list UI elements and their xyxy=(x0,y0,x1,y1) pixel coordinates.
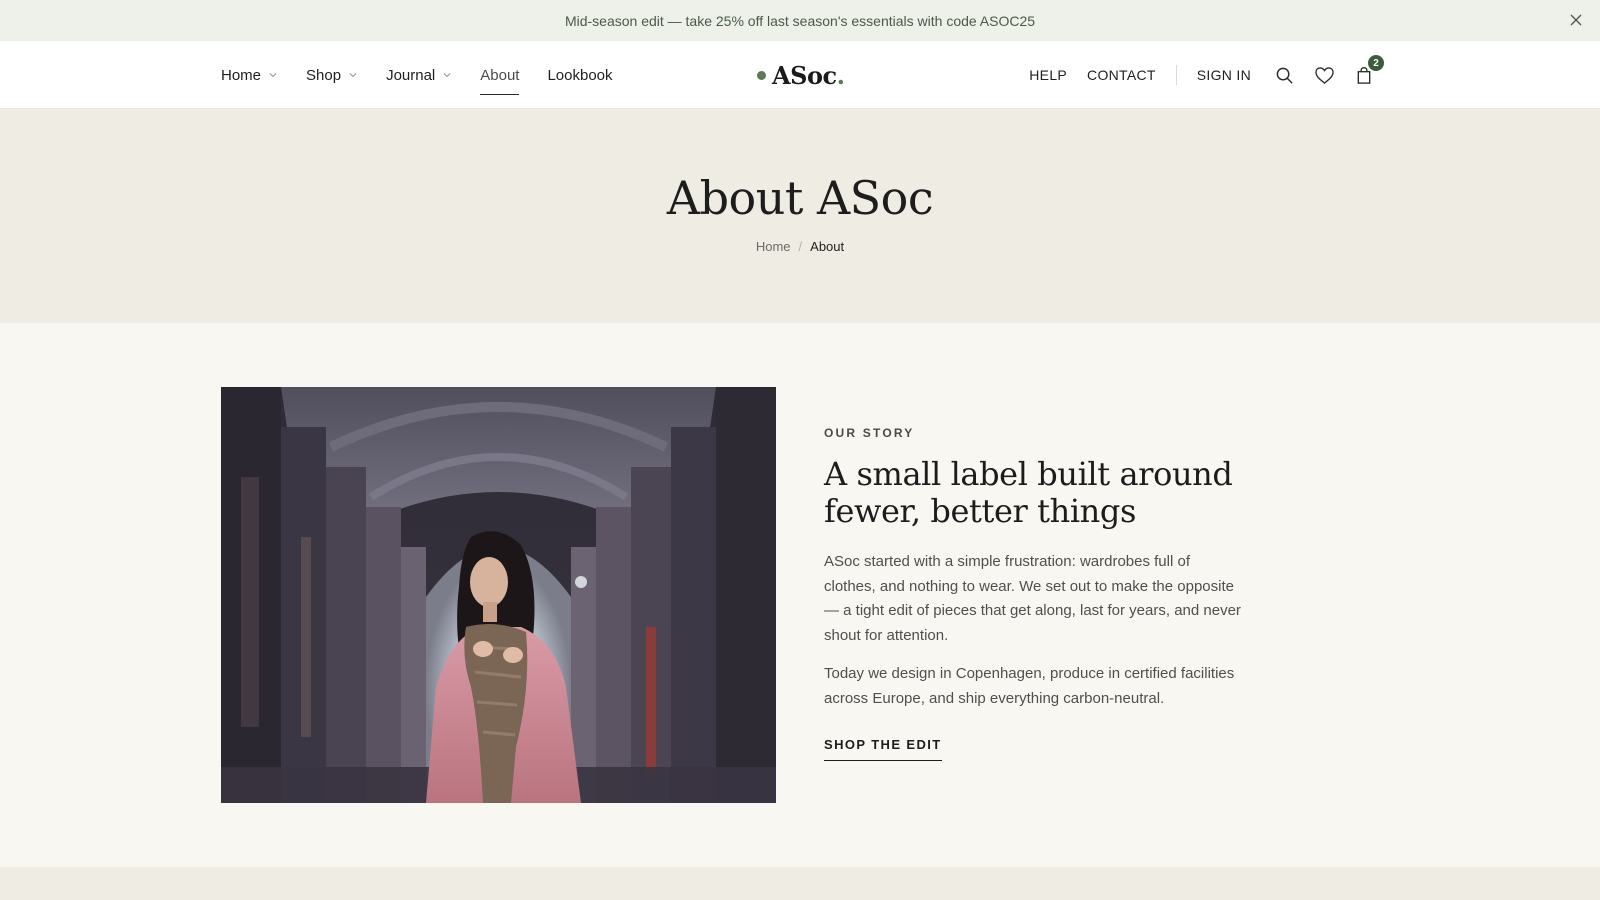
next-section-band xyxy=(0,867,1600,900)
sign-in-link[interactable]: SIGN IN xyxy=(1197,67,1251,83)
story-content: OUR STORY A small label built around few… xyxy=(824,426,1244,761)
close-icon[interactable] xyxy=(1568,12,1584,28)
main-nav: Home Shop Journal About Lookbook xyxy=(221,41,613,109)
search-icon[interactable] xyxy=(1273,64,1295,86)
brand-logo[interactable]: ASoc. xyxy=(757,41,845,109)
story-heading: A small label built around fewer, better… xyxy=(824,455,1233,530)
page-title: About ASoc xyxy=(666,171,934,225)
heart-icon[interactable] xyxy=(1313,64,1335,86)
help-link[interactable]: HELP xyxy=(1029,67,1067,83)
brand-name: ASoc xyxy=(772,60,837,90)
nav-item-label: Journal xyxy=(386,66,436,84)
utility-nav: HELP CONTACT SIGN IN 2 xyxy=(1029,41,1384,109)
chevron-down-icon xyxy=(349,73,357,78)
nav-item-journal[interactable]: Journal xyxy=(386,41,452,109)
nav-divider xyxy=(1175,65,1177,85)
announcement-bar: Mid-season edit — take 25% off last seas… xyxy=(0,0,1600,41)
breadcrumb: Home / About xyxy=(0,239,1600,254)
story-paragraph-2: Today we design in Copenhagen, produce i… xyxy=(824,665,1235,707)
brand-suffix: . xyxy=(836,60,845,90)
breadcrumb-separator: / xyxy=(798,239,803,254)
nav-item-label: Shop xyxy=(306,66,342,84)
nav-item-label: About xyxy=(480,66,520,84)
logo-dot-icon xyxy=(757,70,766,80)
story-image xyxy=(221,387,776,803)
cart-count-badge: 2 xyxy=(1368,55,1384,71)
page-hero: About ASoc Home / About xyxy=(0,109,1600,323)
shop-the-edit-link[interactable]: SHOP THE EDIT xyxy=(824,737,942,761)
nav-item-shop[interactable]: Shop xyxy=(306,41,358,109)
story-eyebrow: OUR STORY xyxy=(824,426,915,440)
bag-icon[interactable]: 2 xyxy=(1353,55,1384,86)
nav-item-lookbook[interactable]: Lookbook xyxy=(547,41,612,109)
breadcrumb-current: About xyxy=(810,239,845,254)
nav-item-about[interactable]: About xyxy=(480,41,520,109)
chevron-down-icon xyxy=(269,73,277,78)
contact-link[interactable]: CONTACT xyxy=(1087,67,1156,83)
announcement-text: Mid-season edit — take 25% off last seas… xyxy=(564,12,1036,29)
story-paragraph-1: ASoc started with a simple frustration: … xyxy=(824,553,1241,644)
chevron-down-icon xyxy=(443,73,451,78)
nav-item-label: Lookbook xyxy=(547,66,613,84)
breadcrumb-home-link[interactable]: Home xyxy=(756,239,791,254)
site-header: Home Shop Journal About Lookbook ASoc. H… xyxy=(0,41,1600,109)
logo-wordmark: ASoc. xyxy=(772,60,845,90)
nav-item-label: Home xyxy=(221,66,262,84)
nav-item-home[interactable]: Home xyxy=(221,41,278,109)
